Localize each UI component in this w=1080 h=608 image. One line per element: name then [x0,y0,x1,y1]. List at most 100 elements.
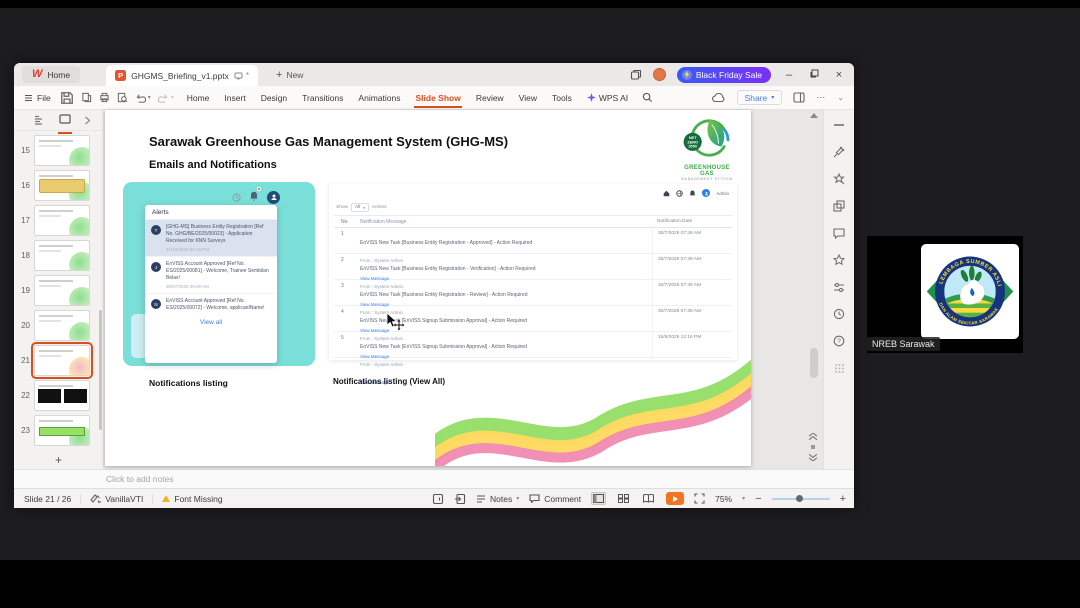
document-tab[interactable]: P GHGMS_Briefing_v1.pptx * [106,65,258,86]
file-menu[interactable]: File [24,93,51,103]
notes-input-area[interactable]: Click to add notes [14,469,854,488]
desk-study-icon[interactable] [454,493,466,505]
slide-19-thumbnail[interactable] [34,275,90,306]
minimize-button[interactable]: – [782,68,796,82]
new-tab-button[interactable]: + New [276,69,303,81]
notes-toggle[interactable]: Notes ▾ [476,494,519,504]
zoom-out-button[interactable]: − [755,493,761,505]
next-slide-button[interactable] [809,454,817,461]
normal-view-button[interactable] [591,492,607,505]
slide-view-icon[interactable] [58,111,72,134]
thumbnail-row[interactable]: 16 [14,169,103,202]
tab-home[interactable]: Home [186,90,211,106]
slide-23-thumbnail[interactable] [34,415,90,446]
slide-17-thumbnail[interactable] [34,205,90,236]
slide-16-thumbnail[interactable] [34,170,90,201]
tab-review[interactable]: Review [475,90,505,106]
slide-18-thumbnail[interactable] [34,240,90,271]
comment-pane-icon[interactable] [832,226,846,240]
maximize-button[interactable] [807,68,821,82]
thumbnail-row[interactable]: 18 [14,239,103,272]
mouse-move-cursor [386,312,405,331]
settings-sliders-icon[interactable] [832,280,846,294]
zoom-slider[interactable] [771,495,830,502]
add-slide-button[interactable]: + [14,453,103,467]
close-button[interactable]: × [832,68,846,82]
tab-slide-show[interactable]: Slide Show [414,90,463,108]
thumbnail-scrollbar[interactable] [99,310,102,430]
tab-animations[interactable]: Animations [357,90,401,106]
undo-button[interactable]: ▾ [135,93,151,103]
thumbnail-row[interactable]: 23 [14,414,103,447]
shapes-icon[interactable] [832,199,846,213]
undo-caret-icon[interactable]: ▾ [148,94,151,101]
wps-home-tab[interactable]: W Home [22,66,81,83]
caption-notifications-listing[interactable]: Notifications listing [149,378,228,388]
thumbnail-row[interactable]: 17 [14,204,103,237]
theme-button[interactable]: VanillaVTI [90,494,143,504]
slide-subtitle[interactable]: Emails and Notifications [149,159,277,171]
tab-view[interactable]: View [518,90,538,106]
comment-button[interactable]: Comment [529,494,581,504]
share-button[interactable]: Share ▾ [736,90,783,105]
reading-view-button[interactable] [641,492,656,505]
black-friday-sale-button[interactable]: Black Friday Sale [676,66,771,83]
zoom-in-button[interactable]: + [840,493,846,505]
smart-design-icon[interactable] [832,172,846,186]
scrollbar-thumb[interactable] [810,348,818,378]
user-avatar[interactable] [652,68,666,81]
favorites-icon[interactable] [832,253,846,267]
slideshow-play-button[interactable] [666,492,685,505]
tab-transitions[interactable]: Transitions [301,90,344,106]
format-brush-icon[interactable] [832,145,846,159]
tab-wps-ai[interactable]: WPS AI [586,90,629,106]
scroll-up-icon[interactable] [810,113,818,118]
zoom-value[interactable]: 75% [715,494,732,504]
slide-20-thumbnail[interactable] [34,310,90,341]
thumbnail-row[interactable]: 22 [14,379,103,412]
task-window-icon[interactable] [432,493,444,505]
alert-item: T [GHG-MS] Business Entity Registration … [145,220,277,257]
apps-grid-icon[interactable] [832,361,846,375]
cloud-sync-icon[interactable] [711,92,726,103]
thumbnail-row[interactable]: 15 [14,134,103,167]
slide-editing-area[interactable]: Sarawak Greenhouse Gas Management System… [104,110,823,469]
slide-area-scrollbar[interactable] [807,110,821,469]
zoom-caret-icon[interactable]: ▾ [742,495,745,502]
save-icon[interactable] [60,91,74,105]
slide-21-thumbnail-selected[interactable] [31,342,93,379]
redo-button[interactable]: ▾ [157,93,174,103]
fit-slide-icon[interactable] [694,493,705,504]
slide-canvas[interactable]: Sarawak Greenhouse Gas Management System… [105,110,751,466]
thumbnail-row[interactable]: 20 [14,309,103,342]
redo-caret-icon[interactable]: ▾ [171,94,174,101]
font-missing-warning[interactable]: Font Missing [162,494,223,504]
slide-22-thumbnail[interactable] [34,380,90,411]
print-preview-icon[interactable] [117,92,128,103]
browse-object-button[interactable] [810,444,816,450]
more-options-icon[interactable]: ⋯ [816,92,826,103]
slide-15-thumbnail[interactable] [34,135,90,166]
stacked-windows-icon[interactable] [630,69,642,81]
search-icon[interactable] [642,92,653,103]
tab-tools[interactable]: Tools [551,90,573,106]
help-icon[interactable]: ? [832,334,846,348]
history-icon[interactable] [832,307,846,321]
tab-insert[interactable]: Insert [223,90,246,106]
print-icon[interactable] [99,92,110,103]
outline-view-icon[interactable] [34,115,46,125]
slide-title[interactable]: Sarawak Greenhouse Gas Management System… [149,134,508,149]
slide-sorter-view-button[interactable] [616,492,631,505]
task-pane-icon[interactable] [793,92,805,103]
zoom-slider-knob[interactable] [795,495,803,502]
tab-design[interactable]: Design [260,90,288,106]
participant-video-tile[interactable]: LEMBAGA SUMBER ASLI DAN ALAM SEKITAR SAR… [867,236,1023,353]
thumbnail-row[interactable]: 21 [14,342,103,379]
collapse-ribbon-icon[interactable]: ⌄ [837,93,844,102]
expand-panel-icon[interactable] [84,116,91,125]
thumbnail-row[interactable]: 19 [14,274,103,307]
previous-slide-button[interactable] [809,433,817,440]
collapse-pane-icon[interactable] [832,118,846,132]
output-icon[interactable] [81,92,92,103]
caption-notifications-listing-view-all[interactable]: Notifications listing (View All) [333,377,445,386]
